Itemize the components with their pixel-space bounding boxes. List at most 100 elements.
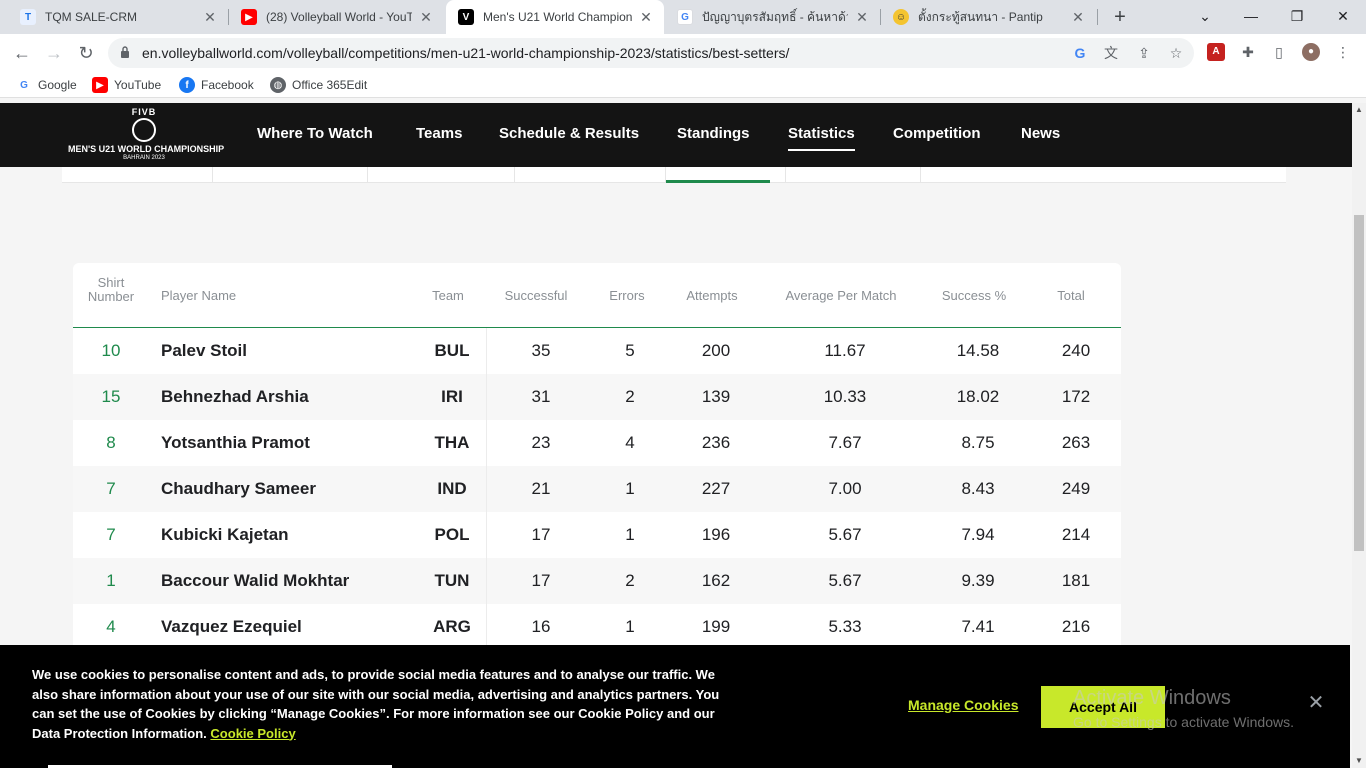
- browser-toolbar: ← → ↻ en.volleyballworld.com/volleyball/…: [0, 34, 1366, 72]
- scroll-up-arrow-icon[interactable]: ▲: [1352, 103, 1366, 117]
- manage-cookies-link[interactable]: Manage Cookies: [908, 697, 1018, 713]
- bookmark-office365[interactable]: ◍ Office 365Edit: [270, 76, 367, 94]
- close-window-icon[interactable]: ✕: [1320, 0, 1366, 34]
- close-tab-icon[interactable]: ✕: [418, 9, 434, 25]
- cell-total: 181: [1061, 571, 1091, 590]
- extensions-puzzle-icon[interactable]: ✚: [1239, 43, 1257, 61]
- bookmark-google[interactable]: G Google: [16, 76, 77, 94]
- cell-successful: 35: [531, 341, 551, 360]
- translate-icon[interactable]: 文: [1103, 45, 1119, 61]
- scrollbar-thumb[interactable]: [1354, 215, 1364, 551]
- cell-attempts: 200: [701, 341, 731, 360]
- page-scrollbar[interactable]: ▲ ▼: [1352, 103, 1366, 768]
- header-successful[interactable]: Successful: [491, 289, 581, 303]
- team-column-divider: [486, 420, 487, 466]
- cell-errors: 4: [625, 433, 635, 452]
- cell-shirt-number: 7: [106, 525, 116, 544]
- team-column-divider: [486, 328, 487, 374]
- subtab-active-indicator[interactable]: [666, 180, 770, 183]
- nav-statistics[interactable]: Statistics: [788, 125, 855, 151]
- header-attempts[interactable]: Attempts: [673, 289, 751, 303]
- table-row[interactable]: 4 Vazquez Ezequiel ARG 16 1 199 5.33 7.41 216: [73, 604, 1121, 650]
- team-column-divider: [486, 512, 487, 558]
- header-success-percent[interactable]: Success %: [931, 289, 1017, 303]
- table-row[interactable]: 1 Baccour Walid Mokhtar TUN 17 2 162 5.67 9.39 1…: [73, 558, 1121, 604]
- new-tab-plus-icon[interactable]: +: [1109, 6, 1131, 28]
- table-row[interactable]: 7 Kubicki Kajetan POL 17 1 196 5.67 7.94 214: [73, 512, 1121, 558]
- browser-tab-vw-active[interactable]: V Men's U21 World Championship ✕: [446, 0, 664, 34]
- header-total[interactable]: Total: [1041, 289, 1101, 303]
- google-lens-icon[interactable]: G: [1072, 45, 1088, 61]
- browser-tab-tqm[interactable]: T TQM SALE-CRM ✕: [8, 0, 228, 34]
- cell-average: 7.67: [828, 433, 862, 452]
- table-row[interactable]: 10 Palev Stoil BUL 35 5 200 11.67 14.58 240: [73, 328, 1121, 374]
- reload-icon[interactable]: ↻: [74, 41, 98, 65]
- subtab-divider: [367, 167, 368, 182]
- cell-player-name[interactable]: Behnezhad Arshia: [161, 387, 411, 407]
- cookie-policy-link[interactable]: Cookie Policy: [210, 726, 295, 741]
- header-average-per-match[interactable]: Average Per Match: [771, 289, 911, 303]
- tab-search-chevron-icon[interactable]: ⌄: [1182, 0, 1228, 34]
- nav-where-to-watch[interactable]: Where To Watch: [257, 125, 373, 142]
- header-shirt-number[interactable]: Shirt Number: [81, 276, 141, 304]
- championship-logo[interactable]: FIVB MEN'S U21 WORLD CHAMPIONSHIP BAHRAI…: [68, 107, 224, 163]
- facebook-icon: f: [179, 77, 195, 93]
- acrobat-extension-icon[interactable]: A: [1207, 43, 1225, 61]
- cell-success-percent: 14.58: [956, 341, 1000, 360]
- cell-total: 214: [1061, 525, 1091, 544]
- nav-competition[interactable]: Competition: [893, 125, 981, 142]
- forward-arrow-icon[interactable]: →: [42, 41, 66, 65]
- close-cookie-banner-icon[interactable]: ✕: [1306, 693, 1326, 713]
- header-team[interactable]: Team: [423, 289, 473, 303]
- bookmark-facebook[interactable]: f Facebook: [179, 76, 254, 94]
- cell-attempts: 139: [701, 387, 731, 406]
- cell-shirt-number: 8: [106, 433, 116, 452]
- bookmark-youtube[interactable]: ▶ YouTube: [92, 76, 161, 94]
- close-tab-icon[interactable]: ✕: [202, 9, 218, 25]
- cell-player-name[interactable]: Yotsanthia Pramot: [161, 433, 411, 453]
- url-text[interactable]: en.volleyballworld.com/volleyball/compet…: [142, 45, 789, 61]
- address-bar[interactable]: en.volleyballworld.com/volleyball/compet…: [108, 38, 1194, 68]
- close-tab-icon[interactable]: ✕: [854, 9, 870, 25]
- cell-team: IRI: [441, 387, 463, 406]
- nav-teams[interactable]: Teams: [416, 125, 462, 142]
- cell-average: 7.00: [828, 479, 862, 498]
- bookmark-star-icon[interactable]: ☆: [1168, 45, 1184, 61]
- cell-player-name[interactable]: Chaudhary Sameer: [161, 479, 411, 499]
- cell-player-name[interactable]: Vazquez Ezequiel: [161, 617, 411, 637]
- browser-tab-google[interactable]: G ปัญญาบุตรสัมฤทธิ์ - ค้นหาด้วย Google ✕: [665, 0, 880, 34]
- minimize-window-icon[interactable]: —: [1228, 0, 1274, 34]
- cell-attempts: 199: [701, 617, 731, 636]
- browser-menu-kebab-icon[interactable]: ⋮: [1334, 43, 1352, 61]
- restore-window-icon[interactable]: ❐: [1274, 0, 1320, 34]
- close-tab-icon[interactable]: ✕: [638, 9, 654, 25]
- tab-separator: [1097, 9, 1098, 25]
- table-row[interactable]: 15 Behnezhad Arshia IRI 31 2 139 10.33 18.02 172: [73, 374, 1121, 420]
- nav-standings[interactable]: Standings: [677, 125, 750, 142]
- subtab-divider: [212, 167, 213, 182]
- back-arrow-icon[interactable]: ←: [10, 41, 34, 65]
- cell-total: 216: [1061, 617, 1091, 636]
- browser-tab-youtube[interactable]: ▶ (28) Volleyball World - YouTube ✕: [229, 0, 444, 34]
- close-tab-icon[interactable]: ✕: [1070, 9, 1086, 25]
- cell-player-name[interactable]: Kubicki Kajetan: [161, 525, 411, 545]
- scroll-down-arrow-icon[interactable]: ▼: [1352, 754, 1366, 768]
- cell-successful: 21: [531, 479, 551, 498]
- cell-success-percent: 18.02: [956, 387, 1000, 406]
- header-player-name[interactable]: Player Name: [161, 289, 236, 303]
- nav-schedule-results[interactable]: Schedule & Results: [499, 125, 639, 142]
- side-panel-icon[interactable]: ▯: [1270, 43, 1288, 61]
- cell-total: 263: [1061, 433, 1091, 452]
- volleyball-icon: [132, 118, 156, 142]
- table-row[interactable]: 7 Chaudhary Sameer IND 21 1 227 7.00 8.43 249: [73, 466, 1121, 512]
- cell-player-name[interactable]: Baccour Walid Mokhtar: [161, 571, 411, 591]
- nav-news[interactable]: News: [1021, 125, 1060, 142]
- cell-player-name[interactable]: Palev Stoil: [161, 341, 411, 361]
- browser-tab-pantip[interactable]: ☺ ตั้งกระทู้สนทนา - Pantip ✕: [881, 0, 1096, 34]
- header-errors[interactable]: Errors: [593, 289, 661, 303]
- cell-shirt-number: 7: [106, 479, 116, 498]
- cell-errors: 1: [625, 617, 635, 636]
- table-row[interactable]: 8 Yotsanthia Pramot THA 23 4 236 7.67 8.75 263: [73, 420, 1121, 466]
- share-icon[interactable]: ⇪: [1136, 45, 1152, 61]
- profile-avatar[interactable]: ●: [1302, 43, 1320, 61]
